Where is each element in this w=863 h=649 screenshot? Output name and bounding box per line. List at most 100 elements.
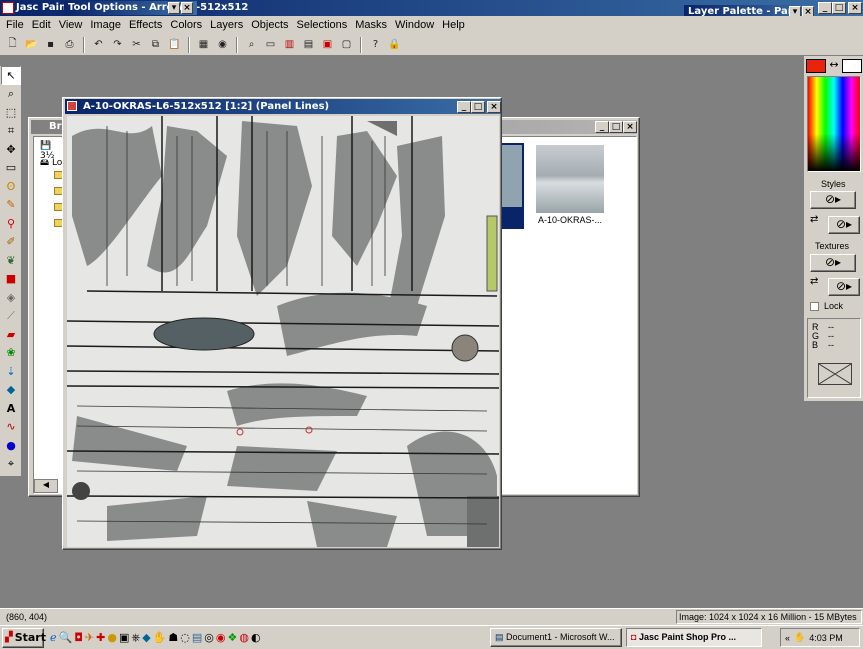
image-close-button[interactable]: × (487, 101, 501, 113)
histogram-icon[interactable]: ▥ (281, 37, 298, 53)
zoom-tool-icon[interactable]: ⌕ (1, 85, 21, 104)
explorer-icon[interactable]: 🔍 (59, 631, 73, 645)
swap-styles-icon[interactable]: ⇄ (810, 214, 818, 225)
new-icon[interactable]: 🗋 (4, 37, 21, 53)
browser-close-button[interactable]: × (623, 121, 637, 133)
app-icon[interactable]: ❖ (227, 631, 237, 645)
menu-selections[interactable]: Selections (293, 19, 352, 31)
task-button-word[interactable]: ▤ Document1 - Microsoft W... (490, 628, 622, 647)
tray-expand-icon[interactable]: « (785, 633, 790, 643)
menu-image[interactable]: Image (86, 19, 125, 31)
vector-object-tool-icon[interactable]: ⌖ (1, 455, 21, 474)
image-minimize-button[interactable]: _ (457, 101, 471, 113)
menu-edit[interactable]: Edit (28, 19, 55, 31)
app-icon[interactable]: ▤ (192, 631, 202, 645)
browser-horizontal-scrollbar[interactable]: ◀ (34, 479, 58, 493)
task-button-psp[interactable]: ◘ Jasc Paint Shop Pro ... (626, 628, 762, 647)
app-icon[interactable]: ● (107, 631, 117, 645)
lock-checkbox[interactable] (810, 302, 819, 311)
background-color-swatch[interactable] (842, 59, 862, 73)
dropper-tool-icon[interactable]: ⚲ (1, 214, 21, 233)
browser-maximize-button[interactable]: □ (609, 121, 623, 133)
menu-layers[interactable]: Layers (206, 19, 247, 31)
zoom-icon[interactable]: ⌕ (243, 37, 260, 53)
tool-options-icon[interactable]: ▣ (319, 37, 336, 53)
deform-tool-icon[interactable]: ⬚ (1, 103, 21, 122)
copy-icon[interactable]: ⧉ (147, 37, 164, 53)
picture-tube-tool-icon[interactable]: ❀ (1, 344, 21, 363)
tray-hand-icon[interactable]: ✋ (794, 632, 805, 643)
app-icon[interactable]: ✚ (96, 631, 105, 645)
color-replacer-tool-icon[interactable]: ■ (1, 270, 21, 289)
draw-tool-icon[interactable]: ∿ (1, 418, 21, 437)
app-minimize-button[interactable]: _ (818, 2, 832, 14)
redo-icon[interactable]: ↷ (109, 37, 126, 53)
color-palette-icon[interactable]: ▤ (300, 37, 317, 53)
overview-icon[interactable]: ▭ (262, 37, 279, 53)
text-tool-icon[interactable]: A (1, 399, 21, 418)
app-icon[interactable]: ◘ (74, 631, 83, 645)
app-icon[interactable] (2, 2, 14, 14)
freehand-tool-icon[interactable]: ʘ (1, 177, 21, 196)
eraser-tool-icon[interactable]: ▰ (1, 325, 21, 344)
arrow-tool-icon[interactable]: ↖ (1, 66, 21, 85)
image-maximize-button[interactable]: □ (471, 101, 485, 113)
image-canvas[interactable] (67, 116, 499, 547)
stroke-texture-button[interactable]: ⊘▸ (810, 254, 856, 272)
app-icon[interactable]: ▣ (119, 631, 129, 645)
app-icon[interactable]: ◐ (251, 631, 261, 645)
crop-tool-icon[interactable]: ⌗ (1, 122, 21, 141)
app-icon[interactable]: ✈ (85, 631, 94, 645)
color-spectrum[interactable] (807, 76, 861, 172)
start-button[interactable]: ▞ Start (2, 627, 46, 648)
stroke-style-button[interactable]: ⊘▸ (810, 191, 856, 209)
magic-wand-tool-icon[interactable]: ✎ (1, 196, 21, 215)
app-icon[interactable]: ◌ (180, 631, 190, 645)
menu-view[interactable]: View (55, 19, 87, 31)
browser-minimize-button[interactable]: _ (595, 121, 609, 133)
app-icon[interactable]: ◆ (142, 631, 150, 645)
paste-icon[interactable]: 📋 (166, 37, 183, 53)
app-icon[interactable]: ✋ (153, 631, 167, 645)
tool-options-close-button[interactable]: × (181, 2, 193, 14)
undo-icon[interactable]: ↶ (90, 37, 107, 53)
app-icon[interactable]: ◉ (216, 631, 226, 645)
open-icon[interactable]: 📂 (23, 37, 40, 53)
thumbnail-selected[interactable] (500, 143, 524, 229)
app-icon[interactable]: ☗ (168, 631, 178, 645)
swap-textures-icon[interactable]: ⇄ (810, 276, 818, 287)
mover-tool-icon[interactable]: ✥ (1, 140, 21, 159)
cut-icon[interactable]: ✂ (128, 37, 145, 53)
print-icon[interactable]: ⎙ (61, 37, 78, 53)
context-help-icon[interactable]: 🔒 (386, 37, 403, 53)
app-icon[interactable]: ◍ (239, 631, 249, 645)
selection-tool-icon[interactable]: ▭ (1, 159, 21, 178)
swap-colors-button[interactable]: ↔ (826, 58, 842, 74)
foreground-color-swatch[interactable] (806, 59, 826, 73)
image-title-bar[interactable]: A-10-OKRAS-L6-512x512 [1:2] (Panel Lines… (65, 99, 501, 114)
image-window-icon[interactable] (67, 101, 77, 111)
menu-effects[interactable]: Effects (125, 19, 166, 31)
paintbrush-tool-icon[interactable]: ✐ (1, 233, 21, 252)
menu-window[interactable]: Window (391, 19, 438, 31)
ie-icon[interactable]: ℯ (50, 631, 57, 645)
app-icon[interactable]: ◎ (204, 631, 214, 645)
flood-fill-tool-icon[interactable]: ◆ (1, 381, 21, 400)
retouch-tool-icon[interactable]: ◈ (1, 288, 21, 307)
clone-tool-icon[interactable]: ❦ (1, 251, 21, 270)
app-close-button[interactable]: × (848, 2, 862, 14)
screen-capture-icon[interactable]: ◉ (214, 37, 231, 53)
tree-item[interactable]: 🖴 Lo (40, 155, 62, 171)
airbrush-tool-icon[interactable]: ⇣ (1, 362, 21, 381)
preset-shapes-tool-icon[interactable]: ● (1, 436, 21, 455)
menu-colors[interactable]: Colors (166, 19, 206, 31)
menu-file[interactable]: File (2, 19, 28, 31)
fill-style-button[interactable]: ⊘▸ (828, 216, 860, 234)
menu-masks[interactable]: Masks (351, 19, 391, 31)
app-maximize-button[interactable]: □ (832, 2, 846, 14)
browse-icon[interactable]: ▦ (195, 37, 212, 53)
scratch-remover-tool-icon[interactable]: ⟋ (1, 307, 21, 326)
menu-help[interactable]: Help (438, 19, 469, 31)
thumbnail[interactable]: A-10-OKRAS-... (534, 145, 606, 233)
save-icon[interactable]: ▪ (42, 37, 59, 53)
